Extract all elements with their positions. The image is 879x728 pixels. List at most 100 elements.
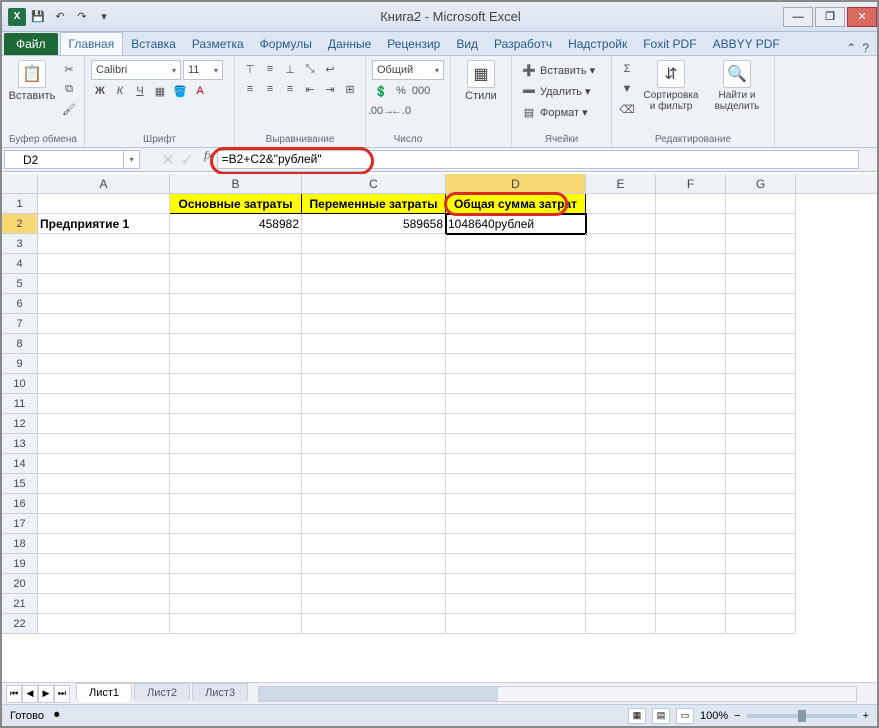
macro-record-button[interactable]: ⏺ — [54, 709, 60, 722]
cell[interactable] — [38, 554, 170, 574]
cell[interactable] — [656, 494, 726, 514]
cell[interactable] — [302, 594, 446, 614]
cell[interactable] — [656, 514, 726, 534]
row-header[interactable]: 3 — [2, 234, 38, 254]
sheet-tab-3[interactable]: Лист3 — [192, 683, 248, 702]
row-header[interactable]: 6 — [2, 294, 38, 314]
underline-button[interactable]: Ч — [131, 82, 149, 100]
zoom-slider[interactable] — [747, 714, 857, 718]
cell[interactable] — [656, 214, 726, 234]
format-painter-button[interactable]: 🖌 — [60, 100, 78, 118]
cell[interactable] — [38, 194, 170, 214]
zoom-out-button[interactable]: − — [734, 710, 740, 722]
cell[interactable] — [170, 534, 302, 554]
col-header-e[interactable]: E — [586, 174, 656, 193]
cell[interactable] — [656, 374, 726, 394]
view-layout-button[interactable]: ▤ — [652, 708, 670, 724]
cell[interactable] — [170, 394, 302, 414]
fill-button[interactable]: ▼ — [618, 80, 636, 98]
cell[interactable] — [38, 574, 170, 594]
cell[interactable] — [726, 314, 796, 334]
cell[interactable] — [446, 274, 586, 294]
row-header[interactable]: 20 — [2, 574, 38, 594]
cell[interactable] — [586, 214, 656, 234]
col-header-d[interactable]: D — [446, 174, 586, 193]
row-header[interactable]: 22 — [2, 614, 38, 634]
cell[interactable] — [446, 614, 586, 634]
cell[interactable] — [302, 314, 446, 334]
cell[interactable] — [446, 434, 586, 454]
cell[interactable] — [170, 434, 302, 454]
cell[interactable] — [38, 614, 170, 634]
cut-button[interactable]: ✂ — [60, 60, 78, 78]
merge-button[interactable]: ⊞ — [341, 80, 359, 98]
cell[interactable] — [38, 474, 170, 494]
cell[interactable] — [726, 334, 796, 354]
cell[interactable] — [656, 234, 726, 254]
cell[interactable] — [726, 494, 796, 514]
row-header[interactable]: 12 — [2, 414, 38, 434]
delete-cells-button[interactable]: ➖Удалить ▾ — [518, 81, 595, 101]
cell[interactable] — [446, 354, 586, 374]
cell[interactable] — [446, 414, 586, 434]
sheet-nav-next[interactable]: ▶ — [38, 685, 54, 703]
cell[interactable] — [170, 454, 302, 474]
cell[interactable]: 458982 — [170, 214, 302, 234]
cell[interactable] — [446, 314, 586, 334]
clear-button[interactable]: ⌫ — [618, 100, 636, 118]
decrease-decimal-button[interactable]: ←.0 — [392, 102, 410, 120]
cell[interactable]: Общая сумма затрат — [446, 194, 586, 214]
cell[interactable] — [586, 374, 656, 394]
cell[interactable] — [38, 514, 170, 534]
cell[interactable] — [726, 454, 796, 474]
cell[interactable] — [170, 374, 302, 394]
name-box[interactable]: D2 — [4, 150, 124, 169]
cell[interactable]: Переменные затраты — [302, 194, 446, 214]
align-right-button[interactable]: ≡ — [281, 80, 299, 98]
ribbon-minimize-button[interactable]: ⌃ — [846, 41, 856, 55]
cell[interactable] — [170, 254, 302, 274]
enter-formula-button[interactable]: ✓ — [181, 150, 194, 170]
row-header[interactable]: 18 — [2, 534, 38, 554]
row-header[interactable]: 4 — [2, 254, 38, 274]
row-header[interactable]: 9 — [2, 354, 38, 374]
cell[interactable] — [656, 394, 726, 414]
tab-formulas[interactable]: Формулы — [252, 33, 320, 55]
tab-review[interactable]: Рецензир — [379, 33, 448, 55]
cell[interactable] — [170, 594, 302, 614]
cell[interactable] — [170, 234, 302, 254]
orientation-button[interactable]: ⤡ — [301, 60, 319, 78]
cell[interactable] — [38, 254, 170, 274]
bold-button[interactable]: Ж — [91, 82, 109, 100]
cell[interactable] — [170, 494, 302, 514]
zoom-in-button[interactable]: + — [863, 710, 869, 722]
cell[interactable] — [302, 294, 446, 314]
view-normal-button[interactable]: ▦ — [628, 708, 646, 724]
cell[interactable] — [726, 514, 796, 534]
cell[interactable] — [38, 314, 170, 334]
fill-color-button[interactable]: 🪣 — [171, 82, 189, 100]
sheet-nav-first[interactable]: ⏮ — [6, 685, 22, 703]
cell[interactable] — [726, 254, 796, 274]
cell[interactable] — [38, 354, 170, 374]
row-header[interactable]: 5 — [2, 274, 38, 294]
cell[interactable] — [170, 334, 302, 354]
cell[interactable] — [586, 254, 656, 274]
cell[interactable] — [586, 454, 656, 474]
cell[interactable] — [656, 574, 726, 594]
font-size-combo[interactable]: 11▾ — [183, 60, 223, 80]
cell[interactable]: Основные затраты — [170, 194, 302, 214]
tab-view[interactable]: Вид — [448, 33, 486, 55]
cell[interactable] — [38, 434, 170, 454]
cell[interactable] — [586, 474, 656, 494]
paste-button[interactable]: 📋 Вставить — [8, 60, 56, 102]
cell[interactable] — [726, 214, 796, 234]
comma-button[interactable]: 000 — [412, 82, 430, 100]
formula-input[interactable]: =B2+C2&"рублей" — [217, 150, 859, 169]
align-center-button[interactable]: ≡ — [261, 80, 279, 98]
tab-home[interactable]: Главная — [60, 32, 124, 55]
cell[interactable] — [656, 354, 726, 374]
cell[interactable] — [446, 334, 586, 354]
cell[interactable] — [446, 554, 586, 574]
cell[interactable] — [656, 594, 726, 614]
